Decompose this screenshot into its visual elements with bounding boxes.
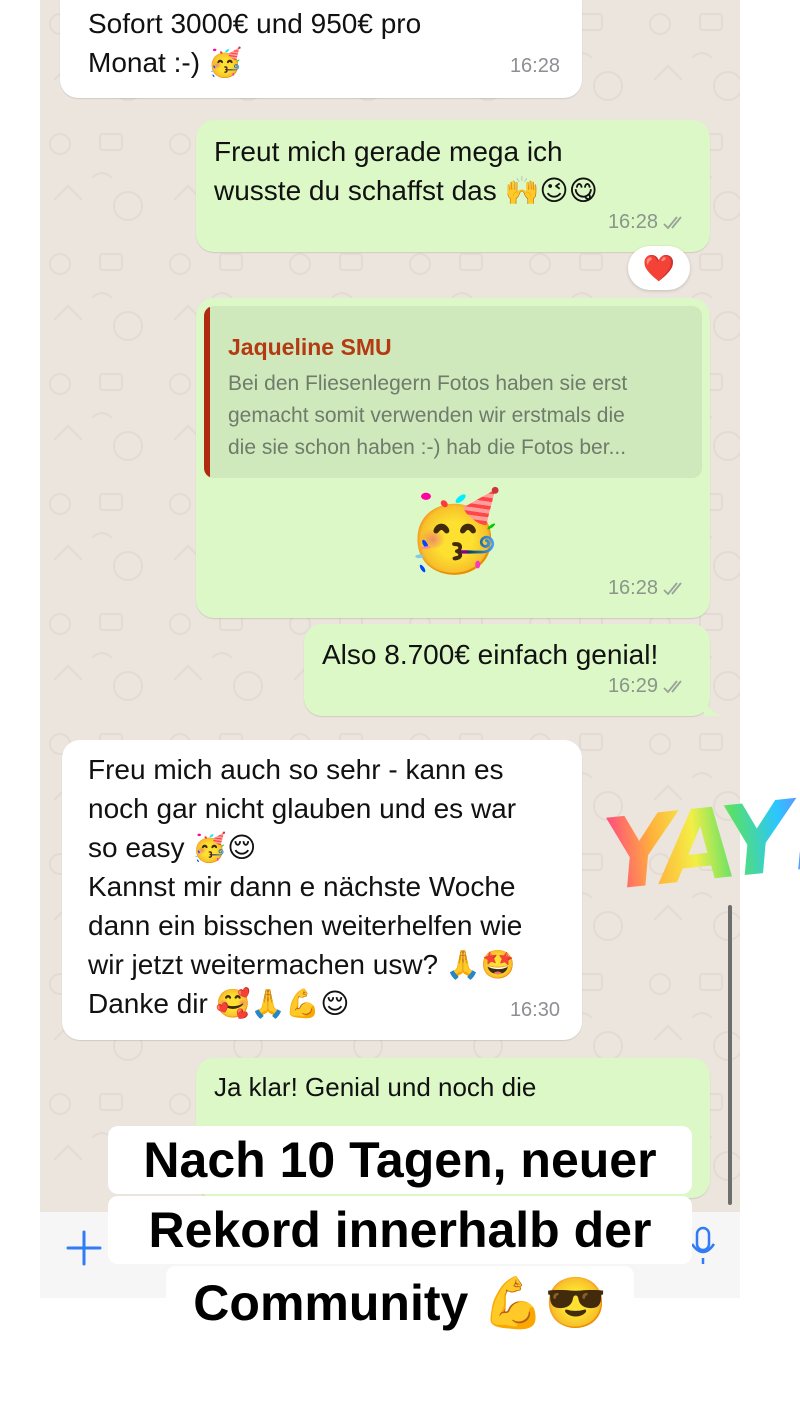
double-check-icon: [663, 581, 682, 595]
plus-icon[interactable]: [66, 1230, 102, 1266]
message-outgoing-reply[interactable]: Jaqueline SMU Bei den Fliesenlegern Foto…: [196, 298, 710, 618]
quote-accent-bar: [204, 306, 210, 478]
timestamp: 16:30: [509, 999, 560, 1021]
double-check-icon: [663, 215, 682, 229]
message-text: Freut mich gerade mega ich wusste du sch…: [214, 136, 598, 206]
message-incoming[interactable]: Sofort 3000€ und 950€ pro Monat :-) 🥳 16…: [60, 0, 582, 98]
mic-icon[interactable]: [690, 1226, 716, 1266]
heart-icon: ❤️: [642, 252, 676, 283]
caption-line-1: Nach 10 Tagen, neuer: [108, 1126, 692, 1194]
heart-reaction[interactable]: ❤️: [628, 246, 690, 290]
party-face-emoji: 🥳: [406, 487, 504, 575]
timestamp: 16:28: [509, 55, 560, 77]
timestamp: 16:29: [607, 675, 658, 697]
caption-line-2: Rekord innerhalb der: [108, 1196, 692, 1264]
caption-line-3: Community 💪😎: [166, 1266, 634, 1340]
scrollbar[interactable]: [728, 905, 732, 1205]
quoted-message[interactable]: Jaqueline SMU Bei den Fliesenlegern Foto…: [204, 306, 702, 478]
timestamp: 16:28: [607, 577, 658, 599]
message-time: 16:28: [608, 569, 688, 608]
message-time: 16:29: [608, 667, 688, 706]
quote-author: Jaqueline SMU: [228, 334, 392, 360]
timestamp: 16:28: [607, 211, 658, 233]
message-outgoing[interactable]: Also 8.700€ einfach genial! 16:29: [304, 624, 710, 716]
quote-text: Bei den Fliesenlegern Fotos haben sie er…: [228, 372, 628, 459]
message-text: Ja klar! Genial und noch die: [214, 1072, 537, 1102]
message-text: Sofort 3000€ und 950€ pro Monat :-) 🥳: [88, 8, 422, 78]
chat-screen: Sofort 3000€ und 950€ pro Monat :-) 🥳 16…: [40, 0, 740, 1212]
message-time: 16:30: [510, 991, 560, 1030]
double-check-icon: [663, 679, 682, 693]
message-text: Freu mich auch so sehr - kann es noch ga…: [88, 754, 523, 1019]
message-time: 16:28: [510, 47, 560, 86]
message-outgoing[interactable]: Freut mich gerade mega ich wusste du sch…: [196, 120, 710, 252]
message-time: 16:28: [608, 203, 688, 242]
yay-sticker: YAY!: [598, 776, 800, 913]
bubble-tail: [704, 698, 722, 716]
message-incoming[interactable]: Freu mich auch so sehr - kann es noch ga…: [62, 740, 582, 1040]
